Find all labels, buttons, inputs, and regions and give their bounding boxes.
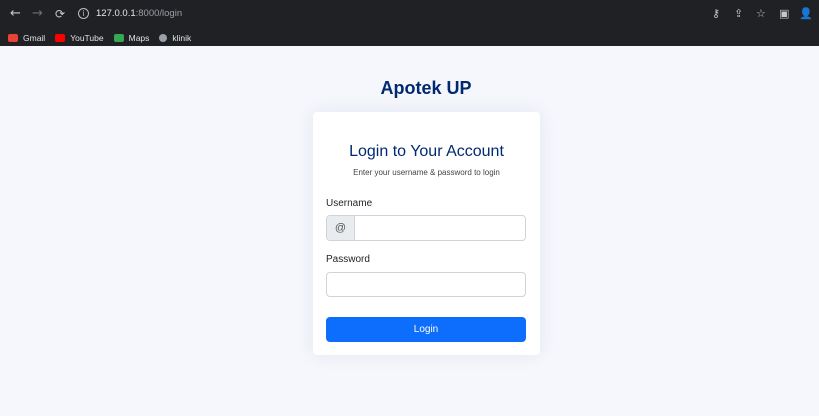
username-group: @ xyxy=(326,215,526,241)
reload-icon[interactable]: ⟳ xyxy=(55,7,65,21)
card-title: Login to Your Account xyxy=(349,143,504,160)
star-icon[interactable]: ☆ xyxy=(756,8,766,20)
profile-icon[interactable]: 👤 xyxy=(799,8,813,20)
bookmark-label: YouTube xyxy=(70,33,104,43)
username-label: Username xyxy=(326,198,373,209)
brand-title: Apotek UP xyxy=(380,78,472,98)
bookmark-klinik[interactable]: klinik xyxy=(159,33,191,43)
at-icon: @ xyxy=(327,216,355,240)
login-button[interactable]: Login xyxy=(326,317,526,342)
login-card: Login to Your Account Enter your usernam… xyxy=(313,112,540,355)
password-label: Password xyxy=(326,254,370,265)
bookmark-youtube[interactable]: YouTube xyxy=(55,33,104,43)
side-panel-icon[interactable]: ▣ xyxy=(779,8,789,20)
address-bar[interactable]: i 127.0.0.1 :8000/login xyxy=(78,5,710,22)
browser-toolbar: ← → ⟳ i 127.0.0.1 :8000/login ⚷ ⇪ ☆ ▣ 👤 xyxy=(0,0,819,30)
username-input[interactable] xyxy=(355,216,525,240)
globe-icon xyxy=(159,34,168,42)
url-path: :8000/login xyxy=(135,8,183,19)
forward-icon[interactable]: → xyxy=(32,7,43,21)
bookmarks-bar: Gmail YouTube Maps klinik xyxy=(0,30,819,46)
bookmark-label: Maps xyxy=(128,33,150,43)
gmail-icon xyxy=(8,34,18,42)
maps-icon xyxy=(113,34,124,42)
bookmark-gmail[interactable]: Gmail xyxy=(8,33,45,43)
share-icon[interactable]: ⇪ xyxy=(734,8,743,20)
youtube-icon xyxy=(55,34,66,42)
bookmark-label: Gmail xyxy=(23,33,46,43)
key-icon[interactable]: ⚷ xyxy=(712,8,720,20)
site-info-icon[interactable]: i xyxy=(78,8,89,19)
back-icon[interactable]: ← xyxy=(10,7,21,21)
url-host: 127.0.0.1 xyxy=(96,8,136,19)
bookmark-label: klinik xyxy=(172,33,192,43)
password-input[interactable] xyxy=(326,272,526,297)
bookmark-maps[interactable]: Maps xyxy=(113,33,150,43)
card-subtitle: Enter your username & password to login xyxy=(353,168,500,177)
